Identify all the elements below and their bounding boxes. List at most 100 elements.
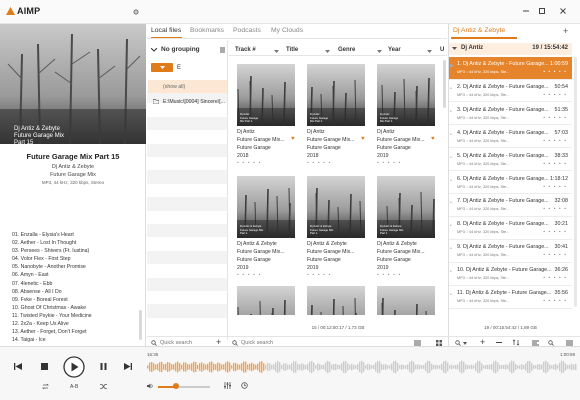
album-cover[interactable]: Dj Antiz & Zebyte Future Garage Mix Part… <box>237 176 295 238</box>
list-item[interactable]: 02. Aether - Lost In Thought <box>12 239 136 247</box>
playlist-row[interactable]: ▶ 1. Dj Antiz & Zebyte - Future Garage...… <box>449 57 572 80</box>
list-item[interactable]: 10. Ghost Of Christmas - Awake <box>12 304 136 312</box>
waveform-bar <box>495 360 497 374</box>
list-item[interactable]: 08. Absense - All I Do <box>12 288 136 296</box>
folder-path[interactable]: E:\Music\[0004] Sincere\[... <box>163 99 227 105</box>
playlist-row[interactable]: • 9. Dj Antiz & Zebyte - Future Garage...… <box>449 240 572 263</box>
tracklist-scrollbar[interactable] <box>139 310 142 340</box>
favorite-icon[interactable]: ♥ <box>291 136 295 142</box>
pause-icon[interactable] <box>100 363 107 370</box>
stop-icon[interactable] <box>41 363 48 370</box>
playlist-header[interactable]: Dj Antiz 19 / 15:54:42 <box>449 43 572 55</box>
next-track-icon[interactable] <box>124 363 132 370</box>
list-item[interactable]: 05. Nanobyte - Another Promise <box>12 263 136 271</box>
waveform-seekbar[interactable] <box>147 358 577 376</box>
favorite-icon[interactable]: ♥ <box>361 136 365 142</box>
column-genre[interactable]: Genre <box>338 47 355 53</box>
tab-podcasts[interactable]: Podcasts <box>233 27 261 34</box>
list-item[interactable]: 01. Enzalla - Elysia's Heart <box>12 231 136 239</box>
tab-my-clouds[interactable]: My Clouds <box>271 27 303 34</box>
playlist-row[interactable]: • 3. Dj Antiz & Zebyte - Future Garage...… <box>449 103 572 126</box>
waveform-bar <box>471 364 473 370</box>
rating-stars[interactable]: • • • • • <box>543 161 567 166</box>
list-item[interactable]: 04. Volor Flex - First Step <box>12 255 136 263</box>
column-more[interactable]: U <box>440 47 444 53</box>
grid-scrollbar[interactable] <box>443 60 446 108</box>
playlist-tab[interactable]: Dj Antiz & Zebyte <box>453 27 505 34</box>
filter-value[interactable]: E <box>177 65 181 71</box>
rating-stars[interactable]: • • • • • <box>543 138 567 143</box>
close-icon[interactable] <box>557 5 569 17</box>
rating-stars[interactable]: • • • • • <box>307 161 332 166</box>
minimize-icon[interactable] <box>520 5 532 17</box>
column-title[interactable]: Title <box>286 47 298 53</box>
rating-stars[interactable]: • • • • • <box>543 92 567 97</box>
ab-repeat-button[interactable]: A-B <box>70 384 78 390</box>
group-item-show-all[interactable] <box>148 80 227 93</box>
filter-toggle-button[interactable] <box>151 63 173 72</box>
playlist-row[interactable]: • 2. Dj Antiz & Zebyte - Future Garage...… <box>449 80 572 103</box>
grouping-selector[interactable]: No grouping <box>151 46 200 53</box>
favorite-icon[interactable]: ♥ <box>431 136 435 142</box>
previous-track-icon[interactable] <box>14 363 22 370</box>
rating-stars[interactable]: • • • • • <box>307 273 332 278</box>
album-cover[interactable]: Dj Antiz & Zebyte Future Garage Mix Part… <box>377 176 435 238</box>
column-track-number[interactable]: Track # <box>235 47 256 53</box>
rating-stars[interactable]: • • • • • <box>377 161 402 166</box>
playlist-row[interactable]: • 7. Dj Antiz & Zebyte - Future Garage...… <box>449 194 572 217</box>
list-item[interactable]: 14. Taigai - Ice <box>12 336 136 344</box>
grouping-menu-icon[interactable] <box>220 47 225 53</box>
album-cover[interactable] <box>377 286 435 315</box>
album-cover[interactable]: Dj Antiz Future Garage Mix Part 1 <box>377 64 435 126</box>
list-item[interactable]: 03. Persees - Shivers (Ft. Iustina) <box>12 247 136 255</box>
column-year[interactable]: Year <box>388 47 401 53</box>
playlist-row[interactable]: • 5. Dj Antiz & Zebyte - Future Garage...… <box>449 149 572 172</box>
playlist-row[interactable]: • 10. Dj Antiz & Zebyte - Future Garage..… <box>449 263 572 286</box>
play-button[interactable] <box>63 356 85 378</box>
waveform-bar <box>241 363 243 371</box>
rating-stars[interactable]: • • • • • <box>237 161 262 166</box>
add-playlist-icon[interactable]: + <box>563 26 568 36</box>
rating-stars[interactable]: • • • • • <box>543 298 567 303</box>
scheduler-clock-icon[interactable] <box>241 382 248 389</box>
rating-stars[interactable]: • • • • • <box>377 273 402 278</box>
settings-gear-icon[interactable] <box>133 9 139 15</box>
list-item[interactable]: 07. 4lenetic - Ebb <box>12 280 136 288</box>
rating-stars[interactable]: • • • • • <box>543 252 567 257</box>
rating-stars[interactable]: • • • • • <box>237 273 262 278</box>
tab-bookmarks[interactable]: Bookmarks <box>190 27 224 34</box>
rating-stars[interactable]: • • • • • <box>543 229 567 234</box>
list-item[interactable]: 06. Amyn - East <box>12 271 136 279</box>
shuffle-icon[interactable] <box>100 383 107 390</box>
remove-from-playlist-icon[interactable] <box>496 342 502 343</box>
album-cover[interactable]: Dj Antiz & Zebyte Future Garage Mix Part… <box>307 176 365 238</box>
list-item[interactable]: 11. Twisted Psykie - Your Medicine <box>12 312 136 320</box>
album-cover[interactable] <box>307 286 365 315</box>
list-item[interactable]: 09. Fvke - Boreal Forest <box>12 296 136 304</box>
playlist-row[interactable]: • 6. Dj Antiz & Zebyte - Future Garage...… <box>449 172 572 195</box>
album-cover[interactable]: Dj Antiz Future Garage Mix Part 1 <box>307 64 365 126</box>
maximize-icon[interactable] <box>536 5 548 17</box>
rating-stars[interactable]: • • • • • <box>543 115 567 120</box>
cover-caption-line: Part 15 <box>14 140 34 146</box>
rating-stars[interactable]: • • • • • <box>543 184 567 189</box>
rating-stars[interactable]: • • • • • <box>543 69 567 74</box>
equalizer-icon[interactable] <box>224 382 231 389</box>
list-item[interactable]: 13. Aether - Forget, Don't Forget <box>12 328 136 336</box>
volume-icon[interactable] <box>147 383 154 389</box>
playlist-scrollbar[interactable] <box>574 57 577 307</box>
rating-stars[interactable]: • • • • • <box>543 206 567 211</box>
playlist-row[interactable]: • 11. Dj Antiz & Zebyte - Future Garage..… <box>449 286 572 309</box>
album-cover[interactable]: Dj Antiz Future Garage Mix Part 1 <box>237 64 295 126</box>
album-cover[interactable] <box>237 286 295 315</box>
tab-local-files[interactable]: Local files <box>151 27 181 34</box>
sort-icon[interactable] <box>513 339 520 346</box>
playlist-row[interactable]: • 8. Dj Antiz & Zebyte - Future Garage...… <box>449 217 572 240</box>
waveform-bar <box>157 363 159 371</box>
list-item[interactable]: 12. 2x2a - Keep Us Alive <box>12 320 136 328</box>
rating-stars[interactable]: • • • • • <box>543 275 567 280</box>
repeat-icon[interactable] <box>42 383 49 390</box>
playlist-row[interactable]: • 4. Dj Antiz & Zebyte - Future Garage...… <box>449 126 572 149</box>
app-logo[interactable]: AIMP <box>6 6 40 16</box>
waveform-bar <box>201 362 203 372</box>
